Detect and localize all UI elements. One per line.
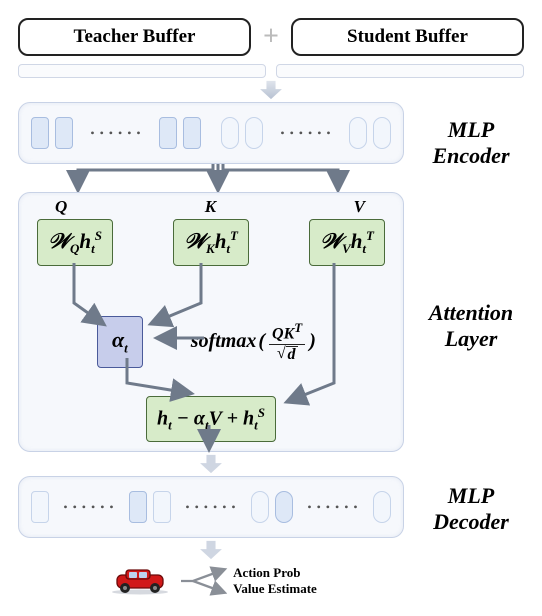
softmax-formula: softmax( QKT √d ) — [191, 321, 316, 362]
mlp-encoder-panel: • • • • • • • • • • • • — [18, 102, 404, 164]
output-labels: Action Prob Value Estimate — [233, 565, 317, 598]
token-icon — [349, 117, 367, 149]
ellipsis-icon: • • • • • • — [79, 126, 153, 141]
token-icon — [221, 117, 239, 149]
q-label: Q — [55, 197, 67, 217]
ellipsis-icon: • • • • • • — [177, 500, 245, 515]
branch-arrows-icon — [179, 564, 229, 598]
side-labels: MLPEncoder AttentionLayer MLPDecoder — [418, 102, 524, 535]
ghost-bars — [18, 64, 524, 78]
action-prob-label: Action Prob — [233, 565, 317, 581]
value-estimate-label: Value Estimate — [233, 581, 317, 597]
token-icon — [31, 491, 49, 523]
token-icon — [55, 117, 73, 149]
mlp-decoder-panel: • • • • • • • • • • • • • • • • • • — [18, 476, 404, 538]
plus-icon: + — [263, 21, 279, 53]
token-icon — [275, 491, 293, 523]
token-icon — [373, 491, 391, 523]
token-icon — [373, 117, 391, 149]
v-label: V — [354, 197, 365, 217]
token-icon — [31, 117, 49, 149]
teacher-buffer-box: Teacher Buffer — [18, 18, 251, 56]
token-icon — [183, 117, 201, 149]
flow-arrow-mid — [18, 454, 404, 474]
k-projection-box: 𝒲KhtT — [173, 219, 249, 266]
encoder-to-attention-arrows — [18, 164, 404, 192]
attention-label: AttentionLayer — [418, 300, 524, 353]
q-projection-box: 𝒲QhtS — [37, 219, 113, 266]
output-row: Action Prob Value Estimate — [18, 564, 404, 598]
flow-arrow-bottom — [18, 540, 404, 560]
decoder-label: MLPDecoder — [418, 483, 524, 536]
flow-arrow-top — [18, 80, 524, 100]
ellipsis-icon: • • • • • • — [269, 126, 343, 141]
v-projection-box: 𝒲VhtT — [309, 219, 385, 266]
token-icon — [153, 491, 171, 523]
attention-panel: Q K V 𝒲QhtS 𝒲KhtT 𝒲VhtT — [18, 192, 404, 452]
token-icon — [159, 117, 177, 149]
ellipsis-icon: • • • • • • — [55, 500, 123, 515]
ellipsis-icon: • • • • • • — [299, 500, 367, 515]
encoder-label: MLPEncoder — [418, 117, 524, 170]
student-buffer-box: Student Buffer — [291, 18, 524, 56]
alpha-box: αt — [97, 316, 143, 367]
car-icon — [105, 566, 175, 596]
combine-box: ht − αtV + htS — [146, 396, 276, 443]
token-icon — [251, 491, 269, 523]
k-label: K — [205, 197, 216, 217]
token-icon — [245, 117, 263, 149]
token-icon — [129, 491, 147, 523]
buffer-row: Teacher Buffer + Student Buffer — [18, 18, 524, 56]
